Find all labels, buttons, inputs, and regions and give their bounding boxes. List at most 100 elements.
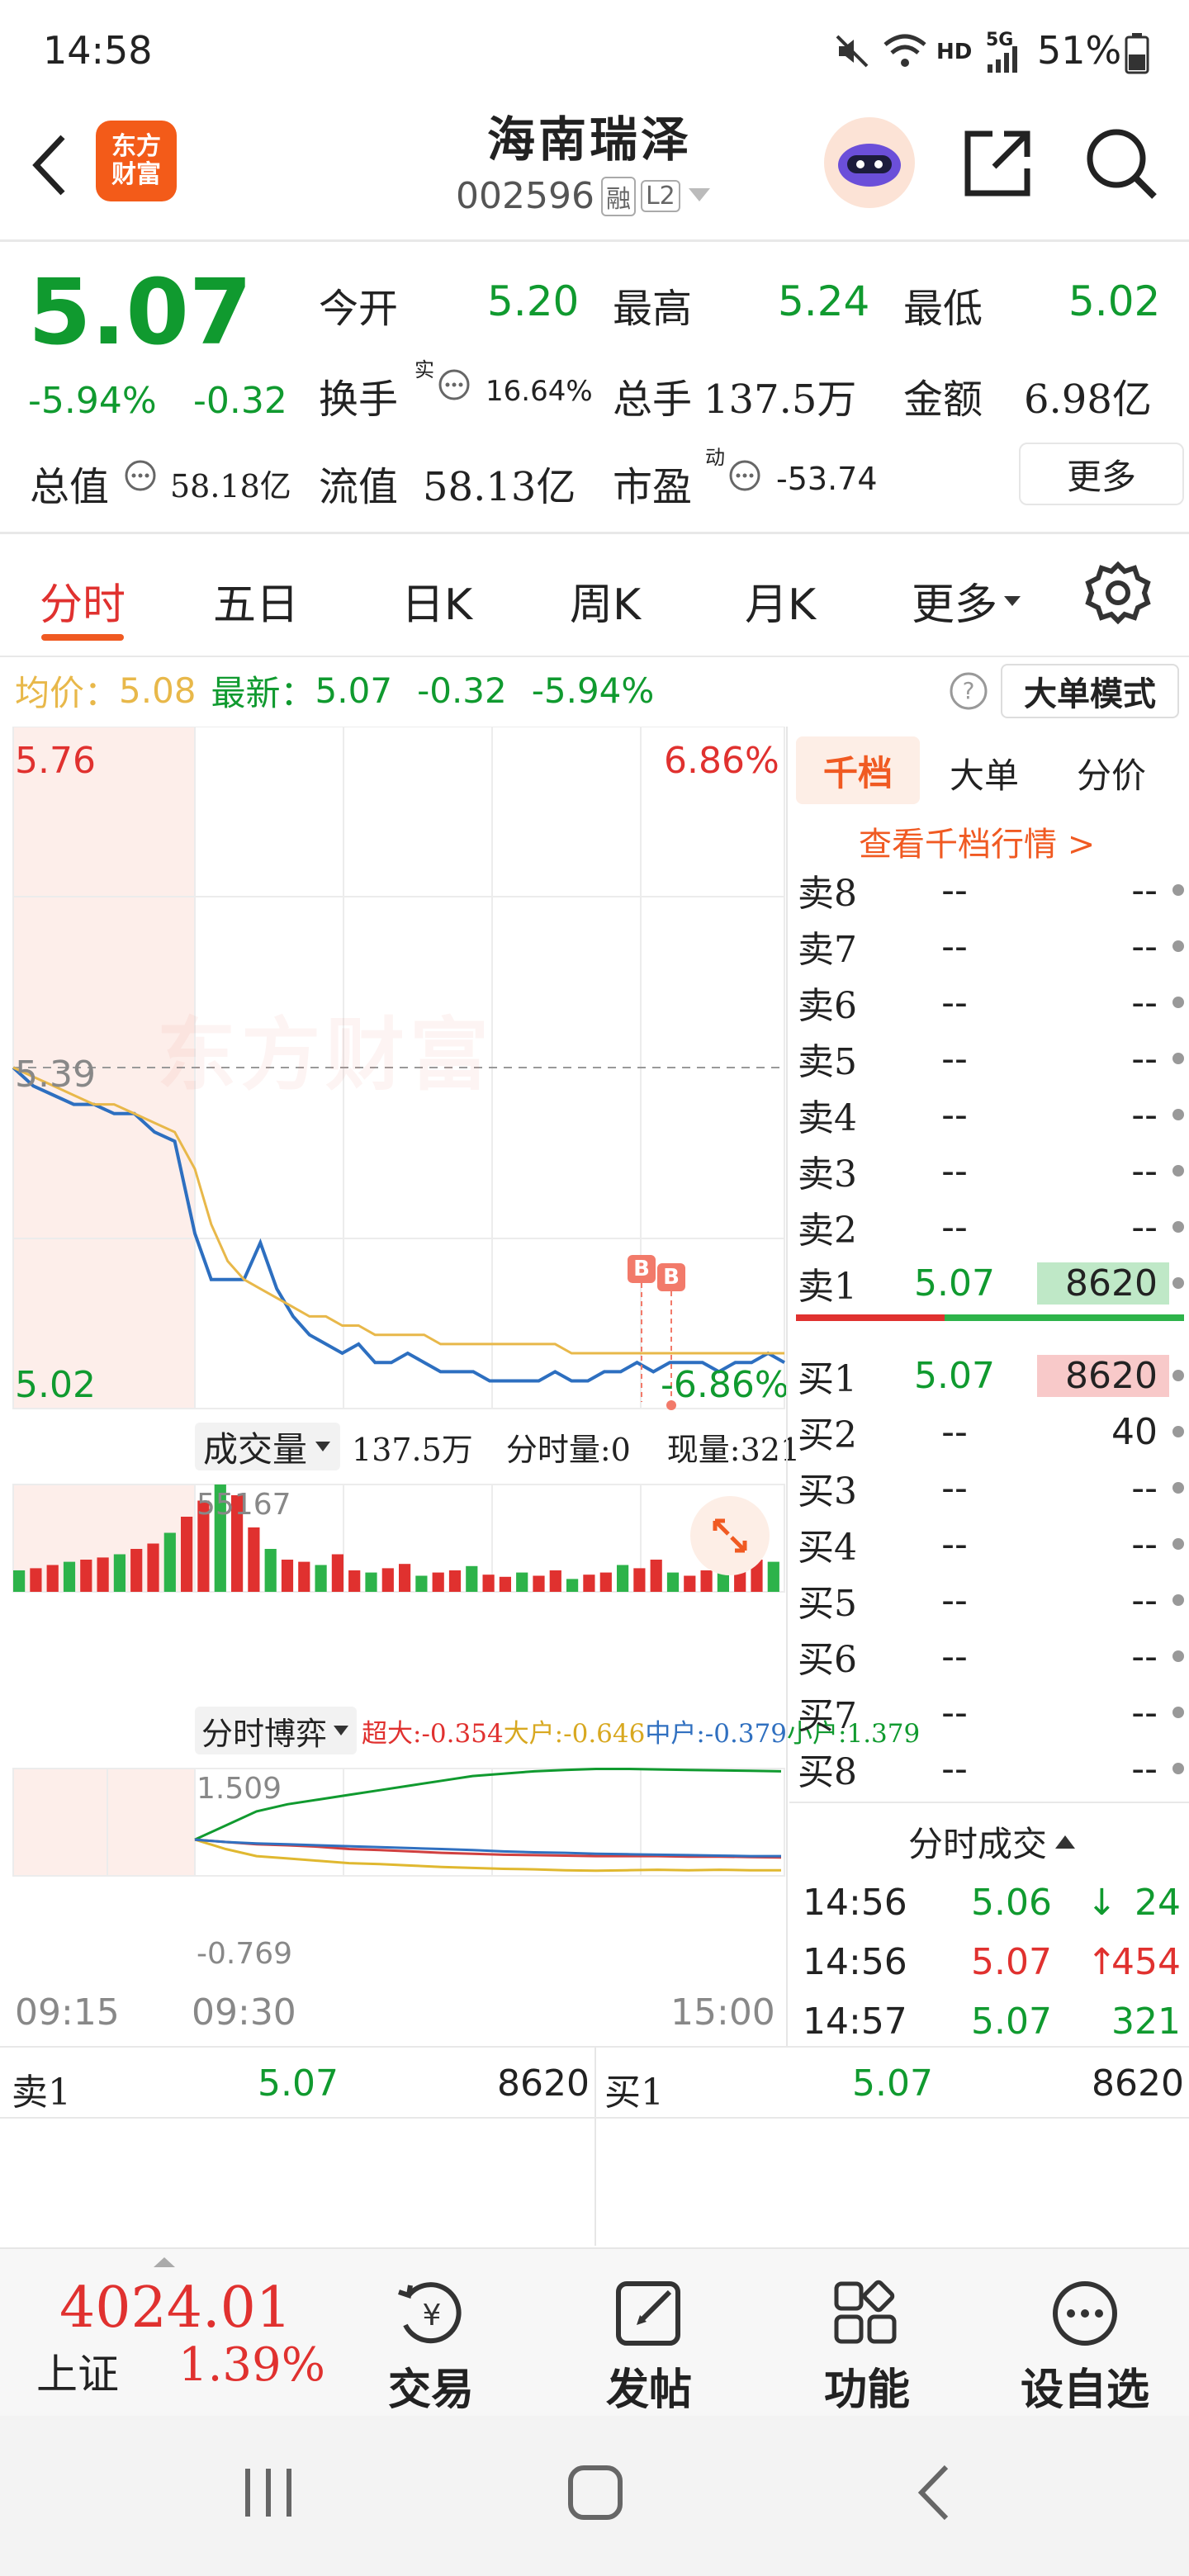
ask-row[interactable]: 卖5 -- -- — [798, 1030, 1186, 1087]
y-bottom-pct: -6.86% — [661, 1364, 789, 1406]
tick-price: 5.06 — [971, 1881, 1052, 1924]
view-thousand-level-link[interactable]: 查看千档行情 > — [859, 817, 1095, 865]
share-icon[interactable] — [961, 127, 1034, 203]
change-pct: -5.94% — [28, 380, 157, 422]
ask-row[interactable]: 卖7 -- -- — [798, 918, 1186, 974]
volume-bar — [566, 1579, 579, 1592]
flow-selector[interactable]: 分时博弈 — [195, 1707, 358, 1754]
volume-label: 成交量 — [203, 1428, 308, 1470]
add-watchlist-button[interactable]: 设自选 — [1002, 2279, 1168, 2417]
avg-value: 5.08 — [119, 670, 197, 711]
bid-row[interactable]: 买8 -- -- — [798, 1740, 1186, 1797]
volume-label: 总手 — [613, 376, 693, 423]
trade-button[interactable]: ¥ 交易 — [348, 2279, 514, 2417]
ask-row[interactable]: 卖1 5.07 8620 — [798, 1255, 1186, 1311]
tab-week-k[interactable]: 周K — [570, 570, 641, 632]
bid-price: -- — [941, 1466, 968, 1509]
caret-up-icon — [1055, 1835, 1076, 1849]
volume-bar — [264, 1549, 277, 1592]
big-order-mode-button[interactable]: 大单模式 — [1001, 664, 1179, 718]
volume-bar — [617, 1565, 629, 1592]
bid-row[interactable]: 买3 -- -- — [798, 1460, 1186, 1516]
tab-five-day[interactable]: 五日 — [213, 570, 299, 632]
grid-icon — [834, 2280, 897, 2344]
bid-volume: 8620 — [1037, 1354, 1169, 1397]
info-icon[interactable] — [728, 459, 761, 495]
tab-intraday[interactable]: 分时 — [40, 570, 126, 632]
volume-bar — [448, 1570, 462, 1592]
bid-row[interactable]: 买6 -- -- — [798, 1628, 1186, 1684]
ask-row[interactable]: 卖4 -- -- — [798, 1087, 1186, 1143]
dot-icon — [1172, 1763, 1184, 1774]
tab-more[interactable]: 更多 — [912, 570, 1022, 632]
expand-icon[interactable] — [690, 1496, 770, 1575]
flow-series-line — [194, 1768, 782, 1841]
ask-row[interactable]: 卖8 -- -- — [798, 862, 1186, 918]
caret-up-icon — [152, 2256, 177, 2272]
bid-row[interactable]: 买2 -- 40 — [798, 1404, 1186, 1460]
sell1-label: 卖1 — [12, 2072, 71, 2114]
tick-volume: 321 — [1111, 2000, 1181, 2043]
svg-text:?: ? — [963, 677, 975, 704]
bid-row[interactable]: 买7 -- -- — [798, 1684, 1186, 1740]
dot-icon — [1172, 1370, 1184, 1381]
dot-icon — [1172, 1053, 1184, 1064]
ask-row[interactable]: 卖6 -- -- — [798, 974, 1186, 1030]
divider — [594, 2048, 596, 2246]
ticks-title-row[interactable]: 分时成交 — [908, 1816, 1077, 1867]
dot-icon — [1172, 1165, 1184, 1177]
settings-icon[interactable] — [1083, 558, 1153, 631]
app-logo[interactable]: 东方 财富 — [96, 121, 177, 201]
info-icon[interactable] — [124, 459, 157, 495]
function-button[interactable]: 功能 — [784, 2279, 950, 2417]
back-icon[interactable] — [25, 132, 74, 201]
volume-bar — [163, 1532, 176, 1592]
ask-price: -- — [941, 1037, 968, 1080]
volume-bar — [248, 1527, 260, 1592]
flow-bottom-label: -0.769 — [197, 1937, 293, 1971]
tab-big-order[interactable]: 大单 — [950, 748, 1019, 798]
float-value: 58.13亿 — [423, 464, 576, 510]
ask-row[interactable]: 卖3 -- -- — [798, 1143, 1186, 1199]
more-button[interactable]: 更多 — [1019, 443, 1184, 505]
tick-price: 5.07 — [971, 2000, 1052, 2043]
ask-row[interactable]: 卖2 -- -- — [798, 1199, 1186, 1255]
back-nav-icon[interactable] — [907, 2464, 964, 2525]
ask-level-label: 卖3 — [798, 1153, 857, 1196]
open-label: 今开 — [319, 286, 399, 332]
index-value[interactable]: 4024.01 — [59, 2275, 291, 2341]
stock-code-row[interactable]: 002596 融 L2 — [456, 175, 712, 217]
info-icon[interactable] — [438, 368, 471, 405]
volume-value: 137.5万 — [703, 376, 857, 423]
float-label: 流值 — [319, 464, 399, 510]
home-icon[interactable] — [566, 2464, 624, 2525]
last-label: 最新： — [211, 672, 315, 713]
divider — [789, 1802, 1189, 1803]
tick-time: 14:56 — [803, 1940, 907, 1983]
recent-apps-icon[interactable] — [239, 2464, 297, 2525]
tab-thousand-level[interactable]: 千档 — [796, 736, 920, 804]
help-icon[interactable]: ? — [948, 670, 989, 715]
last-value: 5.07 — [315, 670, 393, 711]
y-bottom-label: 5.02 — [15, 1364, 96, 1406]
volume-selector[interactable]: 成交量 — [195, 1423, 341, 1470]
dot-icon — [1172, 1650, 1184, 1662]
assistant-avatar[interactable] — [824, 117, 915, 208]
ask-level-label: 卖2 — [798, 1210, 857, 1252]
bid-price: -- — [941, 1522, 968, 1565]
high-value: 5.24 — [778, 277, 870, 325]
tab-month-k[interactable]: 月K — [745, 570, 816, 632]
ask-volume: -- — [1131, 869, 1158, 912]
bid-row[interactable]: 买1 5.07 8620 — [798, 1347, 1186, 1404]
time-close: 15:00 — [670, 1991, 775, 2034]
dot-icon — [1172, 940, 1184, 952]
bid-level-label: 买8 — [798, 1751, 857, 1793]
bid-row[interactable]: 买4 -- -- — [798, 1516, 1186, 1572]
tab-price-level[interactable]: 分价 — [1077, 748, 1146, 798]
tab-day-k[interactable]: 日K — [401, 570, 472, 632]
dot-icon — [1172, 1109, 1184, 1120]
search-icon[interactable] — [1082, 124, 1161, 206]
post-label: 发帖 — [605, 2365, 692, 2415]
bid-row[interactable]: 买5 -- -- — [798, 1572, 1186, 1628]
post-button[interactable]: 发帖 — [566, 2279, 732, 2417]
